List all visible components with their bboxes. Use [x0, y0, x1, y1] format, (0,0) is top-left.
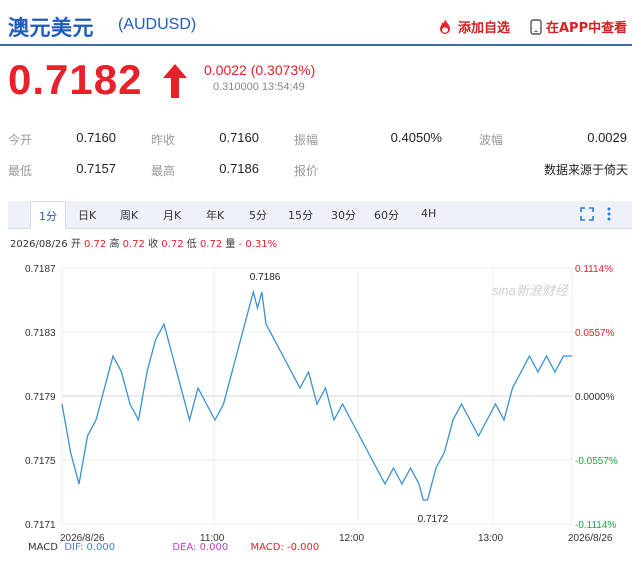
tab-daily-k[interactable]: 日K: [78, 207, 96, 223]
y-tick-label-right: 0.1114%: [575, 264, 613, 275]
ohlc-high-label: 高: [109, 239, 120, 250]
stats-row: 今开 0.7160 昨收 0.7160 振幅 0.4050% 波幅 0.0029: [0, 124, 632, 152]
phone-icon: [530, 18, 542, 35]
ohlc-high: 0.72: [122, 239, 145, 250]
tab-60min[interactable]: 60分: [374, 207, 399, 223]
extreme-label: 0.7172: [418, 514, 449, 525]
y-tick-label: 0.7183: [25, 328, 56, 339]
x-tick-label: 13:00: [478, 533, 503, 542]
current-price: 0.7182: [8, 56, 143, 103]
extreme-label: 0.7186: [250, 272, 281, 283]
tab-1min[interactable]: 1分: [30, 201, 66, 229]
y-tick-label-right: -0.0557%: [575, 456, 618, 467]
stat-value: 0.7160: [219, 130, 259, 145]
ohlc-vol-label: 量: [225, 239, 236, 250]
tab-4h[interactable]: 4H: [421, 207, 436, 220]
view-in-app-label: 在APP中查看: [546, 21, 628, 36]
stat-value: 0.0029: [587, 130, 627, 145]
x-tick-label: 12:00: [339, 533, 364, 542]
quote-time: 0.310000 13:54:49: [213, 81, 305, 93]
ohlc-close-label: 收: [148, 239, 159, 250]
y-tick-label: 0.7179: [25, 392, 56, 403]
tab-30min[interactable]: 30分: [331, 207, 356, 223]
ohlc-date: 2026/08/26: [10, 239, 68, 250]
stat-value: 0.7160: [76, 130, 116, 145]
ohlc-low-label: 低: [186, 239, 197, 250]
stat-label: 振幅: [294, 133, 319, 147]
view-in-app-button[interactable]: 在APP中查看: [530, 17, 627, 36]
y-tick-label-right: 0.0000%: [575, 392, 615, 403]
x-tick-label: 11:00: [200, 533, 225, 542]
tab-monthly-k[interactable]: 月K: [163, 207, 181, 223]
stat-value: 0.4050%: [390, 130, 442, 145]
stat-label: 最高: [151, 164, 176, 178]
macd-dea: DEA: 0.000: [172, 542, 229, 553]
stat-label: 昨收: [151, 133, 176, 147]
ohlc-info: 2026/08/26 开 0.72 高 0.72 收 0.72 低 0.72 量…: [10, 235, 277, 250]
intraday-chart[interactable]: 0.7187 0.1114% 0.7183 0.0557% 0.7179 0.0000% 0…: [0, 252, 632, 542]
data-source-text: 数据来源于倚天: [543, 163, 628, 177]
ohlc-open-label: 开: [70, 239, 81, 250]
ohlc-open: 0.72: [84, 239, 107, 250]
symbol-code: (AUDUSD): [118, 16, 197, 33]
add-watchlist-button[interactable]: 添加自选: [436, 17, 510, 36]
stat-label: 今开: [8, 133, 33, 147]
stat-value: 0.7157: [76, 161, 116, 176]
macd-bar: MACD DIF: 0.000 DEA: 0.000 MACD: -0.000: [28, 542, 319, 553]
y-tick-label: 0.7171: [25, 520, 56, 531]
ohlc-low: 0.72: [199, 239, 223, 250]
ohlc-close: 0.72: [161, 239, 184, 250]
tab-15min[interactable]: 15分: [288, 207, 313, 223]
period-tabs: 1分 日K 周K 月K 年K 5分 15分 30分 60分 4H: [8, 201, 632, 229]
stat-label: 报价: [294, 164, 319, 178]
x-tick-label: 2026/8/26: [568, 533, 613, 542]
stat-value: 0.7186: [219, 161, 259, 176]
macd-label: MACD: [28, 542, 58, 553]
up-arrow-icon: [163, 64, 187, 98]
tab-5min[interactable]: 5分: [249, 207, 267, 223]
tab-weekly-k[interactable]: 周K: [120, 207, 138, 223]
flame-icon: [440, 18, 450, 34]
page-title: 澳元美元: [8, 16, 94, 40]
y-tick-label: 0.7187: [25, 264, 56, 275]
stat-label: 最低: [8, 164, 33, 178]
stat-label: 波幅: [479, 133, 504, 147]
add-watchlist-label: 添加自选: [458, 21, 511, 36]
x-tick-label: 2026/8/26: [60, 533, 105, 542]
y-tick-label-right: 0.0557%: [575, 328, 615, 339]
y-tick-label-right: -0.1114%: [575, 520, 616, 531]
macd-value: MACD: -0.000: [250, 542, 320, 553]
stats-row: 最低 0.7157 最高 0.7186 报价 数据来源于倚天: [0, 155, 632, 183]
macd-dif: DIF: 0.000: [64, 542, 116, 553]
more-icon[interactable]: [606, 206, 612, 222]
header: 澳元美元 (AUDUSD) 添加自选 在APP中查看: [0, 0, 632, 46]
y-tick-label: 0.7175: [25, 456, 56, 467]
watermark: sina新浪财经: [492, 283, 570, 298]
tab-yearly-k[interactable]: 年K: [206, 207, 224, 223]
fullscreen-icon[interactable]: [580, 207, 594, 221]
ohlc-vol: - 0.31%: [238, 239, 278, 250]
price-change: 0.0022 (0.3073%): [204, 62, 316, 78]
